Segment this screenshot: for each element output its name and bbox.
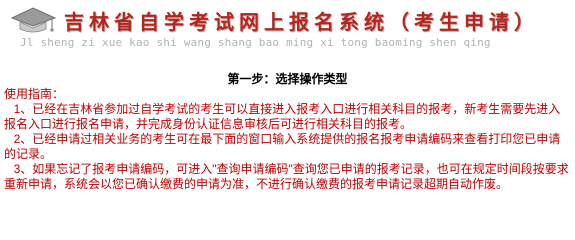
step-title: 第一步：选择操作类型 bbox=[227, 72, 348, 86]
header-banner: 吉林省自学考试网上报名系统（考生申请） Jl sheng zi xue kao … bbox=[0, 0, 575, 56]
guide-item-2: 2、已经申请过相关业务的考生可在最下面的窗口输入系统提供的报名报考申请编码来查看… bbox=[4, 132, 561, 161]
guide-item-1: 1、已经在吉林省参加过自学考试的考生可以直接进入报考入口进行相关科目的报考，新考… bbox=[4, 102, 561, 131]
page: 吉林省自学考试网上报名系统（考生申请） Jl sheng zi xue kao … bbox=[0, 0, 575, 205]
guide-item-3: 3、如果忘记了报考申请编码，可进入"查询申请编码"查询您已申请的报考记录，也可在… bbox=[4, 162, 569, 191]
site-title: 吉林省自学考试网上报名系统（考生申请） bbox=[64, 10, 539, 34]
guide-heading: 使用指南： bbox=[4, 87, 65, 101]
site-pinyin-subtitle: Jl sheng zi xue kao shi wang shang bao m… bbox=[20, 36, 491, 49]
mortarboard-icon bbox=[10, 7, 57, 33]
usage-guide: 使用指南： 1、已经在吉林省参加过自学考试的考生可以直接进入报考入口进行相关科目… bbox=[4, 87, 570, 192]
